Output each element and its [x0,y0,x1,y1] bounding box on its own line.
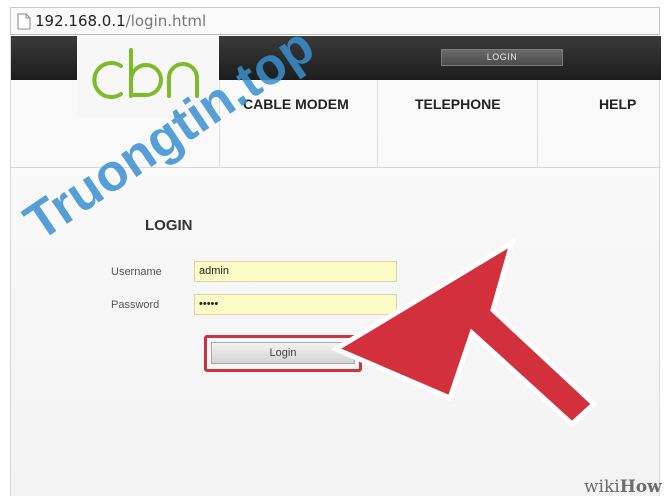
watermark-text: Truongtin.top [14,17,324,252]
watermark: Truongtin.top [14,17,324,252]
wikihow-credit: wikiHow [584,477,662,497]
